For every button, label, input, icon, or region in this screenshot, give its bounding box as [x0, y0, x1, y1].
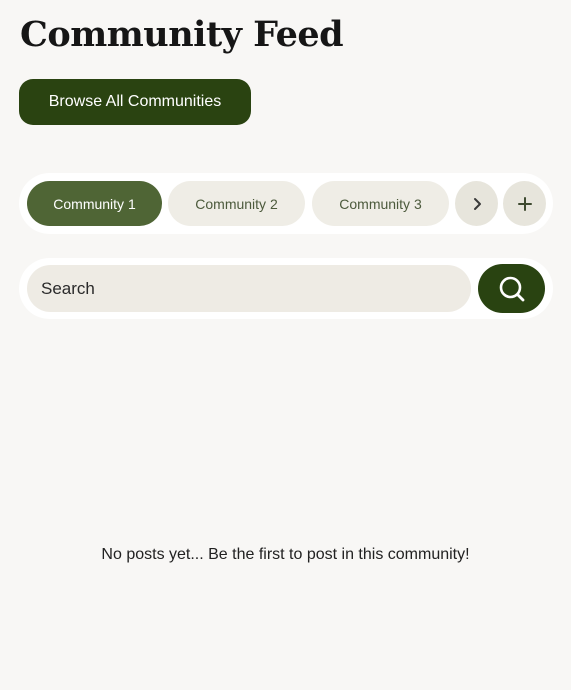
page-title: Community Feed — [20, 14, 344, 55]
add-community-button[interactable] — [503, 181, 546, 226]
search-bar — [19, 258, 553, 319]
community-tabs: Community 1 Community 2 Community 3 — [19, 173, 553, 234]
tab-community-3[interactable]: Community 3 — [312, 181, 449, 226]
plus-icon — [517, 196, 532, 211]
chevron-right-icon — [473, 197, 481, 210]
empty-feed-message: No posts yet... Be the first to post in … — [101, 546, 470, 563]
search-input[interactable] — [27, 265, 471, 312]
browse-all-communities-button[interactable]: Browse All Communities — [19, 79, 251, 125]
tab-label: Community 1 — [53, 195, 136, 212]
tab-label: Community 2 — [195, 195, 278, 212]
search-icon — [499, 276, 524, 301]
tab-community-1[interactable]: Community 1 — [27, 181, 162, 226]
search-button[interactable] — [478, 264, 545, 313]
tab-label: Community 3 — [339, 195, 422, 212]
tab-community-2[interactable]: Community 2 — [168, 181, 305, 226]
next-tabs-button[interactable] — [455, 181, 498, 226]
